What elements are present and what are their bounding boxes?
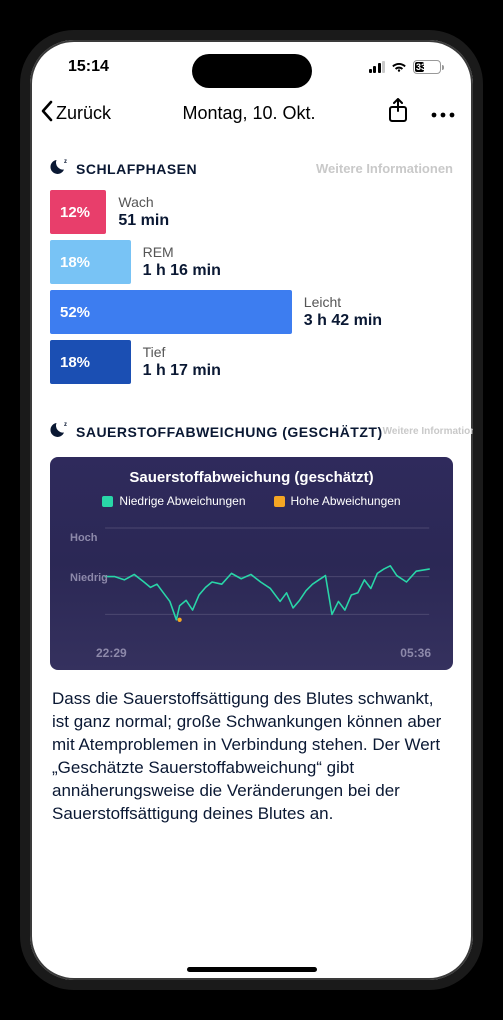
cellular-signal-icon [369, 61, 386, 73]
phase-duration: 1 h 17 min [143, 361, 221, 380]
phase-label: Leicht [304, 294, 382, 311]
chevron-left-icon [40, 100, 54, 127]
oxygen-time-axis: 22:29 05:36 [66, 642, 437, 660]
sleep-phases-title: SCHLAFPHASEN [76, 161, 197, 177]
back-label: Zurück [56, 103, 111, 124]
oxygen-card-title: Sauerstoffabweichung (geschätzt) [66, 469, 437, 486]
axis-label-high: Hoch [70, 532, 98, 544]
oxygen-chart-card: Sauerstoffabweichung (geschätzt) Niedrig… [50, 457, 453, 670]
ellipsis-icon [431, 112, 455, 118]
phase-meta: Wach51 min [106, 194, 169, 230]
phase-bar: 18% [50, 240, 131, 284]
phase-duration: 3 h 42 min [304, 311, 382, 330]
more-button[interactable] [431, 105, 455, 123]
moon-sleep-icon: z [50, 420, 70, 443]
sleep-phases-header: z SCHLAFPHASEN Weitere Informationen [50, 157, 453, 180]
time-end: 05:36 [400, 646, 431, 660]
time-start: 22:29 [96, 646, 127, 660]
legend-swatch-high [274, 496, 285, 507]
phase-bar: 52% [50, 290, 292, 334]
sleep-phases-list: 12%Wach51 min18%REM1 h 16 min52%Leicht3 … [50, 190, 453, 384]
phase-row: 18%REM1 h 16 min [50, 240, 453, 284]
legend-label-low: Niedrige Abweichungen [119, 494, 245, 508]
svg-text:z: z [64, 422, 68, 428]
phase-meta: Leicht3 h 42 min [292, 294, 382, 330]
sleep-phases-more-link[interactable]: Weitere Informationen [316, 161, 453, 176]
phase-row: 52%Leicht3 h 42 min [50, 290, 453, 334]
dynamic-island [192, 54, 312, 88]
legend-swatch-low [102, 496, 113, 507]
phase-bar: 18% [50, 340, 131, 384]
phase-meta: REM1 h 16 min [131, 244, 221, 280]
oxygen-legend: Niedrige Abweichungen Hohe Abweichungen [66, 494, 437, 508]
home-indicator[interactable] [187, 967, 317, 972]
oxygen-header: z SAUERSTOFFABWEICHUNG (GESCHÄTZT) Weite… [50, 420, 453, 443]
legend-label-high: Hohe Abweichungen [291, 494, 401, 508]
battery-icon: 33 [413, 60, 441, 74]
oxygen-section-title: SAUERSTOFFABWEICHUNG (GESCHÄTZT) [76, 424, 383, 440]
moon-sleep-icon: z [50, 157, 70, 180]
phase-row: 12%Wach51 min [50, 190, 453, 234]
share-button[interactable] [387, 98, 409, 129]
phase-duration: 1 h 16 min [143, 261, 221, 280]
page-title: Montag, 10. Okt. [111, 103, 387, 124]
clock: 15:14 [68, 58, 109, 76]
share-icon [387, 98, 409, 124]
phase-label: Wach [118, 194, 169, 211]
oxygen-more-link[interactable]: Weitere Informationen [383, 426, 483, 437]
phase-row: 18%Tief1 h 17 min [50, 340, 453, 384]
phase-duration: 51 min [118, 211, 169, 230]
nav-bar: Zurück Montag, 10. Okt. [30, 94, 473, 141]
phase-label: Tief [143, 344, 221, 361]
phase-label: REM [143, 244, 221, 261]
oxygen-chart: Hoch Niedrig [66, 522, 437, 642]
oxygen-description: Dass die Sauerstoffsättigung des Blutes … [50, 688, 453, 826]
phase-bar: 12% [50, 190, 106, 234]
phase-meta: Tief1 h 17 min [131, 344, 221, 380]
back-button[interactable]: Zurück [40, 100, 111, 127]
wifi-icon [391, 61, 407, 73]
axis-label-low: Niedrig [70, 572, 108, 584]
svg-text:z: z [64, 159, 68, 165]
